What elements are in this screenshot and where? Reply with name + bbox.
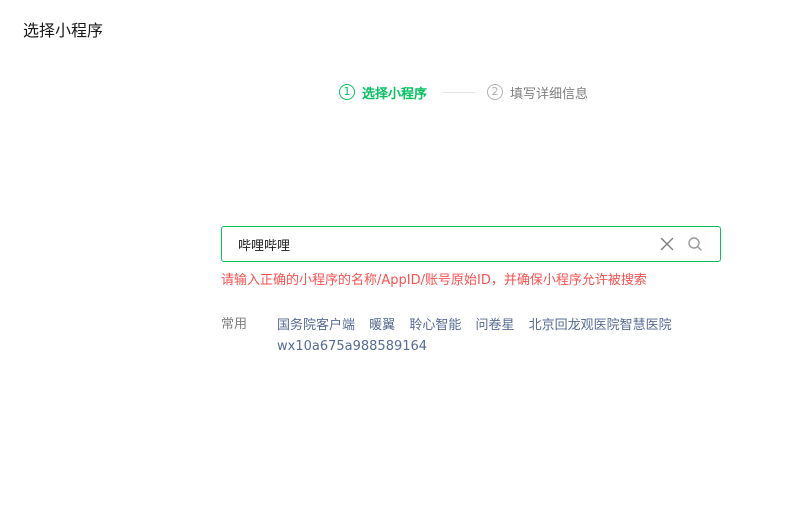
common-item-guowuyuan[interactable]: 国务院客户端 (277, 318, 355, 333)
error-message: 请输入正确的小程序的名称/AppID/账号原始ID，并确保小程序允许被搜索 (221, 273, 647, 288)
search-input[interactable] (238, 227, 638, 261)
common-label: 常用 (221, 317, 248, 332)
step-divider (443, 91, 476, 93)
close-icon[interactable] (659, 236, 675, 252)
step-1-number: 1 (339, 84, 355, 100)
common-list: 国务院客户端 暖翼 聆心智能 问卷星 北京回龙观医院智慧医院 wx10a675a… (277, 315, 717, 357)
stepper: 1 选择小程序 2 填写详细信息 (339, 82, 588, 102)
page-title: 选择小程序 (23, 21, 104, 40)
step-2-label: 填写详细信息 (510, 86, 589, 102)
step-fill-details: 2 填写详细信息 (487, 83, 588, 102)
step-select-miniprogram: 1 选择小程序 (339, 83, 427, 102)
common-item-nuanyi[interactable]: 暖翼 (369, 318, 395, 333)
common-item-appid[interactable]: wx10a675a988589164 (277, 339, 427, 354)
step-1-label: 选择小程序 (362, 86, 428, 102)
common-item-wenjuanxing[interactable]: 问卷星 (475, 318, 514, 333)
common-item-lingxin[interactable]: 聆心智能 (409, 318, 461, 333)
search-icon[interactable] (687, 236, 703, 252)
search-box (221, 226, 721, 262)
common-item-huilongguan[interactable]: 北京回龙观医院智慧医院 (529, 318, 672, 333)
step-2-number: 2 (487, 84, 504, 100)
